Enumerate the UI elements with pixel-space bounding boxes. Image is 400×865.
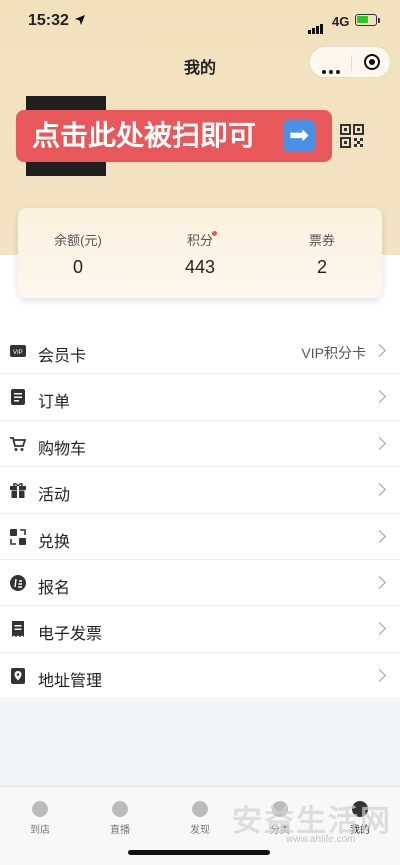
tab-live[interactable]: 直播: [90, 801, 150, 836]
stat-tickets[interactable]: 票券 2: [272, 230, 372, 278]
banner-text: 点击此处被扫即可: [32, 120, 257, 151]
menu-item-cart[interactable]: 购物车: [0, 421, 400, 468]
signal-icon: [308, 16, 324, 34]
gift-icon: [10, 483, 26, 499]
menu-item-label: 订单: [38, 394, 71, 412]
tab-label: 到店: [30, 825, 50, 836]
stat-value: 2: [316, 257, 327, 277]
location-arrow-icon: [75, 15, 85, 25]
menu-list: VIP 会员卡 VIP积分卡 订单 购物车 活动 兑换 报名 电子发票 地址管理: [0, 328, 400, 700]
stat-value: 443: [184, 257, 216, 277]
notification-dot: [212, 231, 217, 236]
vip-card-icon: VIP: [10, 345, 26, 357]
chevron-right-icon: [373, 344, 386, 357]
menu-item-orders[interactable]: 订单: [0, 374, 400, 421]
menu-item-activities[interactable]: 活动: [0, 467, 400, 514]
chevron-right-icon: [373, 529, 386, 543]
signup-icon: [10, 574, 26, 591]
menu-item-address[interactable]: 地址管理: [0, 653, 400, 700]
stat-label: 余额(元): [54, 233, 102, 248]
menu-item-member-card[interactable]: VIP 会员卡 VIP积分卡: [0, 328, 400, 375]
cart-icon: [10, 436, 26, 451]
stat-label: 积分: [186, 233, 213, 248]
arrow-right-icon: ➡: [283, 120, 315, 152]
mini-program-capsule[interactable]: [309, 46, 391, 78]
home-indicator[interactable]: [128, 850, 270, 855]
chevron-right-icon: [373, 436, 386, 450]
chevron-right-icon: [373, 483, 386, 497]
address-icon: [11, 667, 25, 684]
tab-discover[interactable]: 发现: [170, 801, 230, 836]
menu-item-label: 活动: [38, 487, 71, 505]
menu-item-label: 购物车: [38, 440, 87, 458]
tab-label: 直播: [110, 825, 130, 836]
chevron-right-icon: [373, 622, 386, 636]
stat-label: 票券: [308, 233, 335, 248]
order-icon: [11, 389, 25, 406]
chevron-right-icon: [373, 390, 386, 404]
menu-item-invoice[interactable]: 电子发票: [0, 606, 400, 653]
close-target-icon[interactable]: [364, 54, 380, 70]
menu-item-signup[interactable]: 报名: [0, 560, 400, 607]
tab-label: 发现: [190, 825, 210, 836]
stat-balance[interactable]: 余额(元) 0: [28, 230, 128, 278]
menu-item-exchange[interactable]: 兑换: [0, 514, 400, 560]
status-bar: 15:32 4G: [0, 0, 400, 44]
stat-value: 0: [72, 257, 83, 277]
more-icon[interactable]: [322, 61, 343, 79]
menu-item-label: 兑换: [38, 533, 71, 551]
network-type: 4G: [332, 14, 350, 29]
stat-points[interactable]: 积分 443: [150, 230, 250, 278]
menu-item-label: 报名: [38, 579, 71, 597]
stats-card: 余额(元) 0 积分 443 票券 2: [18, 208, 382, 298]
status-time: 15:32: [28, 12, 69, 29]
live-icon: [112, 801, 128, 817]
menu-item-label: 会员卡: [38, 348, 87, 365]
watermark-subtext: www.ahlife.com: [286, 834, 356, 845]
store-icon: [32, 801, 48, 817]
svg-text:VIP: VIP: [13, 350, 23, 356]
menu-item-label: 电子发票: [38, 626, 103, 644]
chevron-right-icon: [373, 668, 386, 682]
discover-icon: [192, 801, 208, 817]
chevron-right-icon: [373, 576, 386, 589]
menu-item-right-text: VIP积分卡: [301, 345, 366, 361]
qr-code-icon[interactable]: [340, 124, 364, 148]
tab-store[interactable]: 到店: [10, 801, 70, 836]
battery-icon: [355, 14, 377, 26]
invoice-icon: [12, 621, 24, 638]
menu-item-label: 地址管理: [38, 672, 103, 690]
empty-area: [0, 700, 400, 786]
exchange-icon: [10, 528, 26, 545]
